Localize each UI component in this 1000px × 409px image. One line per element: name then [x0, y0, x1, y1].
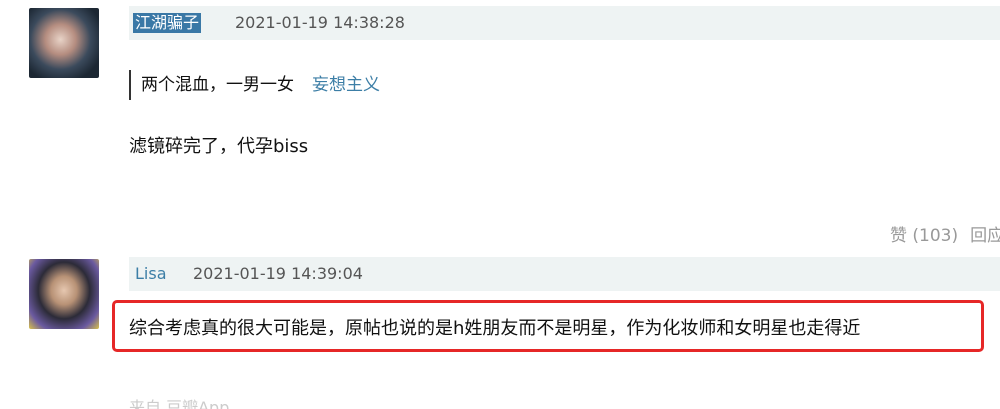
annotation-highlight-box — [112, 300, 984, 352]
avatar[interactable] — [29, 259, 99, 329]
quoted-reply: 两个混血，一男一女 妄想主义 — [129, 70, 380, 100]
comment-actions: 赞 (103) 回应 — [890, 221, 1000, 246]
comment-meta-bar: Lisa 2021-01-19 14:39:04 — [129, 257, 1000, 291]
quoted-text: 两个混血，一男一女 — [141, 75, 294, 95]
comment-timestamp: 2021-01-19 14:38:28 — [235, 13, 405, 32]
reply-button[interactable]: 回应 — [970, 226, 1000, 246]
avatar[interactable] — [29, 8, 99, 78]
comment-meta-bar: 江湖骗子 2021-01-19 14:38:28 — [129, 6, 1000, 40]
quoted-user-link[interactable]: 妄想主义 — [312, 75, 380, 95]
author-link[interactable]: Lisa — [135, 264, 167, 284]
comment-timestamp: 2021-01-19 14:39:04 — [193, 264, 363, 283]
next-comment-preview: 来自 豆瓣App — [129, 398, 230, 409]
comment-body: 滤镜碎完了，代孕biss — [129, 136, 309, 157]
author-link[interactable]: 江湖骗子 — [133, 13, 202, 33]
like-button[interactable]: 赞 (103) — [890, 226, 958, 246]
